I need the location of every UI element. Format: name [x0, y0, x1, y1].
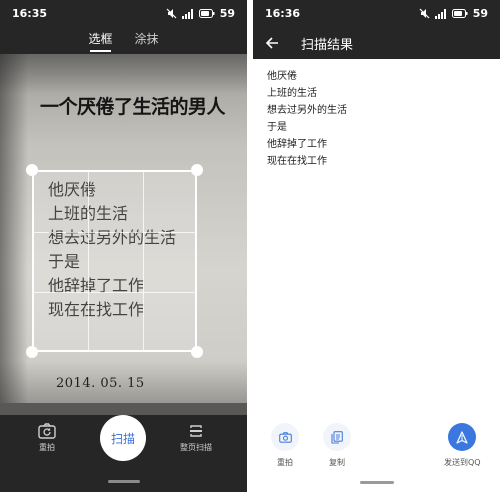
- desk-edge: [0, 403, 247, 415]
- camera-icon: [278, 431, 292, 443]
- retake-action-button[interactable]: 重拍: [271, 423, 299, 468]
- battery-level: 59: [219, 7, 235, 20]
- crop-handle-bottom-left[interactable]: [26, 346, 38, 358]
- status-time: 16:35: [12, 7, 48, 20]
- full-page-scan-button[interactable]: 整页扫描: [180, 423, 212, 453]
- camera-screen: 16:35 59 选框 涂抹 一个厌倦了生活的男人 他厌倦 上班的生活 想去过另…: [0, 0, 247, 492]
- crop-grid-line: [34, 232, 195, 233]
- mute-icon: [166, 8, 177, 19]
- copy-icon: [331, 430, 343, 444]
- send-circle: [448, 423, 477, 451]
- crop-grid-line: [143, 172, 144, 350]
- battery-icon: [451, 9, 468, 18]
- crop-grid-line: [88, 172, 89, 350]
- copy-circle: [323, 423, 351, 451]
- full-page-scan-icon: [190, 425, 202, 437]
- scan-label: 扫描: [110, 431, 135, 446]
- result-line: 现在在找工作: [267, 156, 327, 167]
- scan-button[interactable]: 扫描: [100, 415, 146, 461]
- copy-label: 复制: [329, 458, 345, 467]
- home-indicator[interactable]: [360, 481, 394, 484]
- scan-result-screen: 16:36 59 扫描结果 他厌倦 上班的生活 想去过另外的生活 于是 他辞掉了…: [253, 0, 500, 492]
- result-line: 他厌倦: [267, 71, 297, 82]
- status-bar: 16:36 59: [253, 0, 500, 27]
- retake-action-label: 重拍: [277, 458, 293, 467]
- retake-label: 重拍: [39, 443, 55, 452]
- tab-select-box[interactable]: 选框: [88, 30, 113, 52]
- send-icon: [456, 430, 468, 444]
- full-page-scan-label: 整页扫描: [180, 443, 212, 452]
- result-line: 于是: [267, 122, 287, 133]
- tab-smear[interactable]: 涂抹: [135, 30, 159, 52]
- signal-icon: [181, 8, 193, 19]
- crop-handle-bottom-right[interactable]: [191, 346, 203, 358]
- camera-retake-icon: [38, 423, 56, 439]
- document-title: 一个厌倦了生活的男人: [40, 96, 226, 118]
- mode-tabs: 选框 涂抹: [0, 27, 247, 54]
- page-title: 扫描结果: [301, 37, 354, 53]
- status-time: 16:36: [265, 7, 301, 20]
- send-label: 发送到QQ: [444, 458, 481, 467]
- copy-button[interactable]: 复制: [323, 423, 351, 468]
- preview-shadow: [0, 54, 247, 94]
- result-line: 他辞掉了工作: [267, 139, 327, 150]
- retake-button[interactable]: 重拍: [38, 423, 56, 453]
- send-to-qq-button[interactable]: 发送到QQ: [444, 423, 481, 468]
- battery-level: 59: [472, 7, 488, 20]
- crop-handle-top-left[interactable]: [26, 164, 38, 176]
- status-bar: 16:35 59: [0, 0, 247, 27]
- app-bar: 扫描结果: [253, 27, 500, 59]
- signal-icon: [434, 8, 446, 19]
- navigation-bar: [0, 472, 247, 492]
- crop-grid-line: [34, 292, 195, 293]
- preview-shadow-left: [0, 54, 28, 415]
- home-indicator[interactable]: [108, 480, 140, 483]
- camera-preview: 一个厌倦了生活的男人 他厌倦 上班的生活 想去过另外的生活 于是 他辞掉了工作 …: [0, 54, 247, 415]
- crop-frame[interactable]: [32, 170, 197, 352]
- scan-result-text[interactable]: 他厌倦 上班的生活 想去过另外的生活 于是 他辞掉了工作 现在在找工作: [267, 68, 347, 170]
- result-line: 想去过另外的生活: [267, 105, 347, 116]
- mute-icon: [419, 8, 430, 19]
- battery-icon: [198, 9, 215, 18]
- crop-handle-top-right[interactable]: [191, 164, 203, 176]
- camera-toolbar: 重拍 扫描 整页扫描: [0, 415, 247, 472]
- document-date: 2014. 05. 15: [56, 376, 145, 391]
- back-arrow-icon[interactable]: [265, 36, 279, 50]
- retake-action-circle: [271, 423, 299, 451]
- result-line: 上班的生活: [267, 88, 317, 99]
